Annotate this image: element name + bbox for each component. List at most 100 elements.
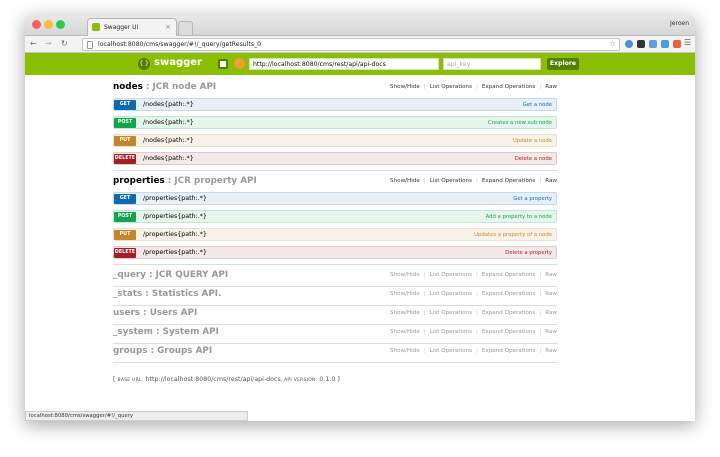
resource-name[interactable]: nodes (113, 82, 143, 92)
operation-summary[interactable]: Update a node (513, 138, 552, 144)
show-hide-link[interactable]: Show/Hide (390, 272, 420, 278)
resource-title[interactable]: _system : System API (113, 327, 219, 337)
operation-get[interactable]: GET/nodes{path:.*} Get a node (113, 98, 557, 111)
operation-get[interactable]: GET/properties{path:.*} Get a property (113, 192, 557, 205)
minimize-window-button[interactable] (44, 20, 53, 29)
operation-path[interactable]: /properties{path:.*} (143, 231, 207, 238)
http-method-badge[interactable]: PUT (114, 136, 136, 146)
resource-name[interactable]: groups (113, 346, 147, 356)
extension-icon[interactable] (625, 40, 633, 48)
operation-path[interactable]: /properties{path:.*} (143, 213, 207, 220)
close-window-button[interactable] (32, 20, 41, 29)
expand-ops-link[interactable]: Expand Operations (482, 84, 535, 90)
http-method-badge[interactable]: POST (114, 212, 136, 222)
api-key-input[interactable]: api_key (443, 58, 541, 70)
menu-icon[interactable]: ☰ (684, 38, 691, 47)
operation-summary[interactable]: Delete a property (505, 250, 552, 256)
operation-summary[interactable]: Updates a property of a node (474, 232, 552, 238)
operation-path[interactable]: /nodes{path:.*} (143, 101, 194, 108)
resource-links: Show/Hide | List Operations | Expand Operati… (390, 272, 557, 278)
resource-title[interactable]: properties : JCR property API (113, 176, 257, 186)
footer-bracket-open: [ (113, 376, 116, 383)
raw-link[interactable]: Raw (545, 310, 557, 316)
raw-link[interactable]: Raw (545, 348, 557, 354)
resource-title[interactable]: groups : Groups API (113, 346, 212, 356)
http-method-badge[interactable]: DELETE (114, 154, 136, 164)
operation-path[interactable]: /nodes{path:.*} (143, 119, 194, 126)
expand-ops-link[interactable]: Expand Operations (482, 310, 535, 316)
operation-path[interactable]: /properties{path:.*} (143, 195, 207, 202)
api-url-input[interactable]: http://localhost:8080/cms/rest/api/api-d… (249, 58, 439, 70)
list-ops-link[interactable]: List Operations (430, 291, 472, 297)
http-method-badge[interactable]: GET (114, 100, 136, 110)
resource-title[interactable]: _stats : Statistics API. (113, 289, 221, 299)
show-hide-link[interactable]: Show/Hide (390, 348, 420, 354)
resource-title[interactable]: users : Users API (113, 308, 197, 318)
window-icon[interactable] (661, 40, 669, 48)
resource-name[interactable]: properties (113, 176, 165, 186)
new-tab-button[interactable] (178, 21, 193, 35)
raw-link[interactable]: Raw (545, 84, 557, 90)
operation-path[interactable]: /nodes{path:.*} (143, 155, 194, 162)
operation-post[interactable]: POST/properties{path:.*} Add a property t… (113, 210, 557, 223)
raw-link[interactable]: Raw (545, 291, 557, 297)
resource-name[interactable]: _stats (113, 289, 142, 299)
http-method-badge[interactable]: DELETE (114, 248, 136, 258)
operation-path[interactable]: /nodes{path:.*} (143, 137, 194, 144)
operation-summary[interactable]: Creates a new sub node (488, 120, 552, 126)
operation-summary[interactable]: Get a property (513, 196, 552, 202)
resource-title[interactable]: _query : JCR QUERY API (113, 270, 228, 280)
operation-summary[interactable]: Delete a node (515, 156, 552, 162)
resource-title[interactable]: nodes : JCR node API (113, 82, 216, 92)
operation-summary[interactable]: Get a node (523, 102, 552, 108)
show-hide-link[interactable]: Show/Hide (390, 329, 420, 335)
expand-ops-link[interactable]: Expand Operations (482, 329, 535, 335)
address-bar[interactable]: localhost:8080/cms/swagger/#!/_query/get… (82, 38, 620, 51)
explore-button[interactable]: Explore (547, 58, 579, 70)
operation-summary[interactable]: Add a property to a node (486, 214, 552, 220)
show-hide-link[interactable]: Show/Hide (390, 291, 420, 297)
expand-ops-link[interactable]: Expand Operations (482, 178, 535, 184)
profile-name[interactable]: Jeroen (670, 20, 689, 27)
expand-ops-link[interactable]: Expand Operations (482, 272, 535, 278)
operation-delete[interactable]: DELETE/nodes{path:.*} Delete a node (113, 152, 557, 165)
operation-put[interactable]: PUT/properties{path:.*} Updates a propert… (113, 228, 557, 241)
zoom-window-button[interactable] (56, 20, 65, 29)
http-method-badge[interactable]: POST (114, 118, 136, 128)
list-ops-link[interactable]: List Operations (430, 84, 472, 90)
list-ops-link[interactable]: List Operations (430, 348, 472, 354)
resource-name[interactable]: _system (113, 327, 153, 337)
list-ops-link[interactable]: List Operations (430, 329, 472, 335)
browser-tab[interactable]: Swagger UI × (87, 18, 177, 36)
resource-name[interactable]: _query (113, 270, 146, 280)
reload-icon[interactable]: ↻ (61, 39, 68, 48)
http-method-badge[interactable]: PUT (114, 230, 136, 240)
bookmark-star-icon[interactable]: ☆ (609, 39, 616, 48)
auth-icon[interactable] (218, 59, 228, 69)
layers-icon[interactable] (637, 40, 645, 48)
operation-delete[interactable]: DELETE/properties{path:.*} Delete a prope… (113, 246, 557, 259)
http-method-badge[interactable]: GET (114, 194, 136, 204)
operation-path[interactable]: /properties{path:.*} (143, 249, 207, 256)
show-hide-link[interactable]: Show/Hide (390, 178, 420, 184)
raw-link[interactable]: Raw (545, 329, 557, 335)
list-ops-link[interactable]: List Operations (430, 272, 472, 278)
forward-icon[interactable]: → (45, 39, 52, 48)
swagger-logo[interactable]: swagger (154, 57, 202, 68)
operation-post[interactable]: POST/nodes{path:.*} Creates a new sub nod… (113, 116, 557, 129)
settings-icon[interactable] (234, 58, 245, 69)
raw-link[interactable]: Raw (545, 178, 557, 184)
operation-put[interactable]: PUT/nodes{path:.*} Update a node (113, 134, 557, 147)
show-hide-link[interactable]: Show/Hide (390, 84, 420, 90)
raw-link[interactable]: Raw (545, 272, 557, 278)
show-hide-link[interactable]: Show/Hide (390, 310, 420, 316)
expand-ops-link[interactable]: Expand Operations (482, 291, 535, 297)
list-ops-link[interactable]: List Operations (430, 178, 472, 184)
expand-ops-link[interactable]: Expand Operations (482, 348, 535, 354)
tab-close-icon[interactable]: × (165, 23, 171, 31)
bookmark-extension-icon[interactable] (673, 40, 681, 48)
back-icon[interactable]: ← (30, 39, 37, 48)
folder-icon[interactable] (649, 40, 657, 48)
resource-name[interactable]: users (113, 308, 140, 318)
list-ops-link[interactable]: List Operations (430, 310, 472, 316)
